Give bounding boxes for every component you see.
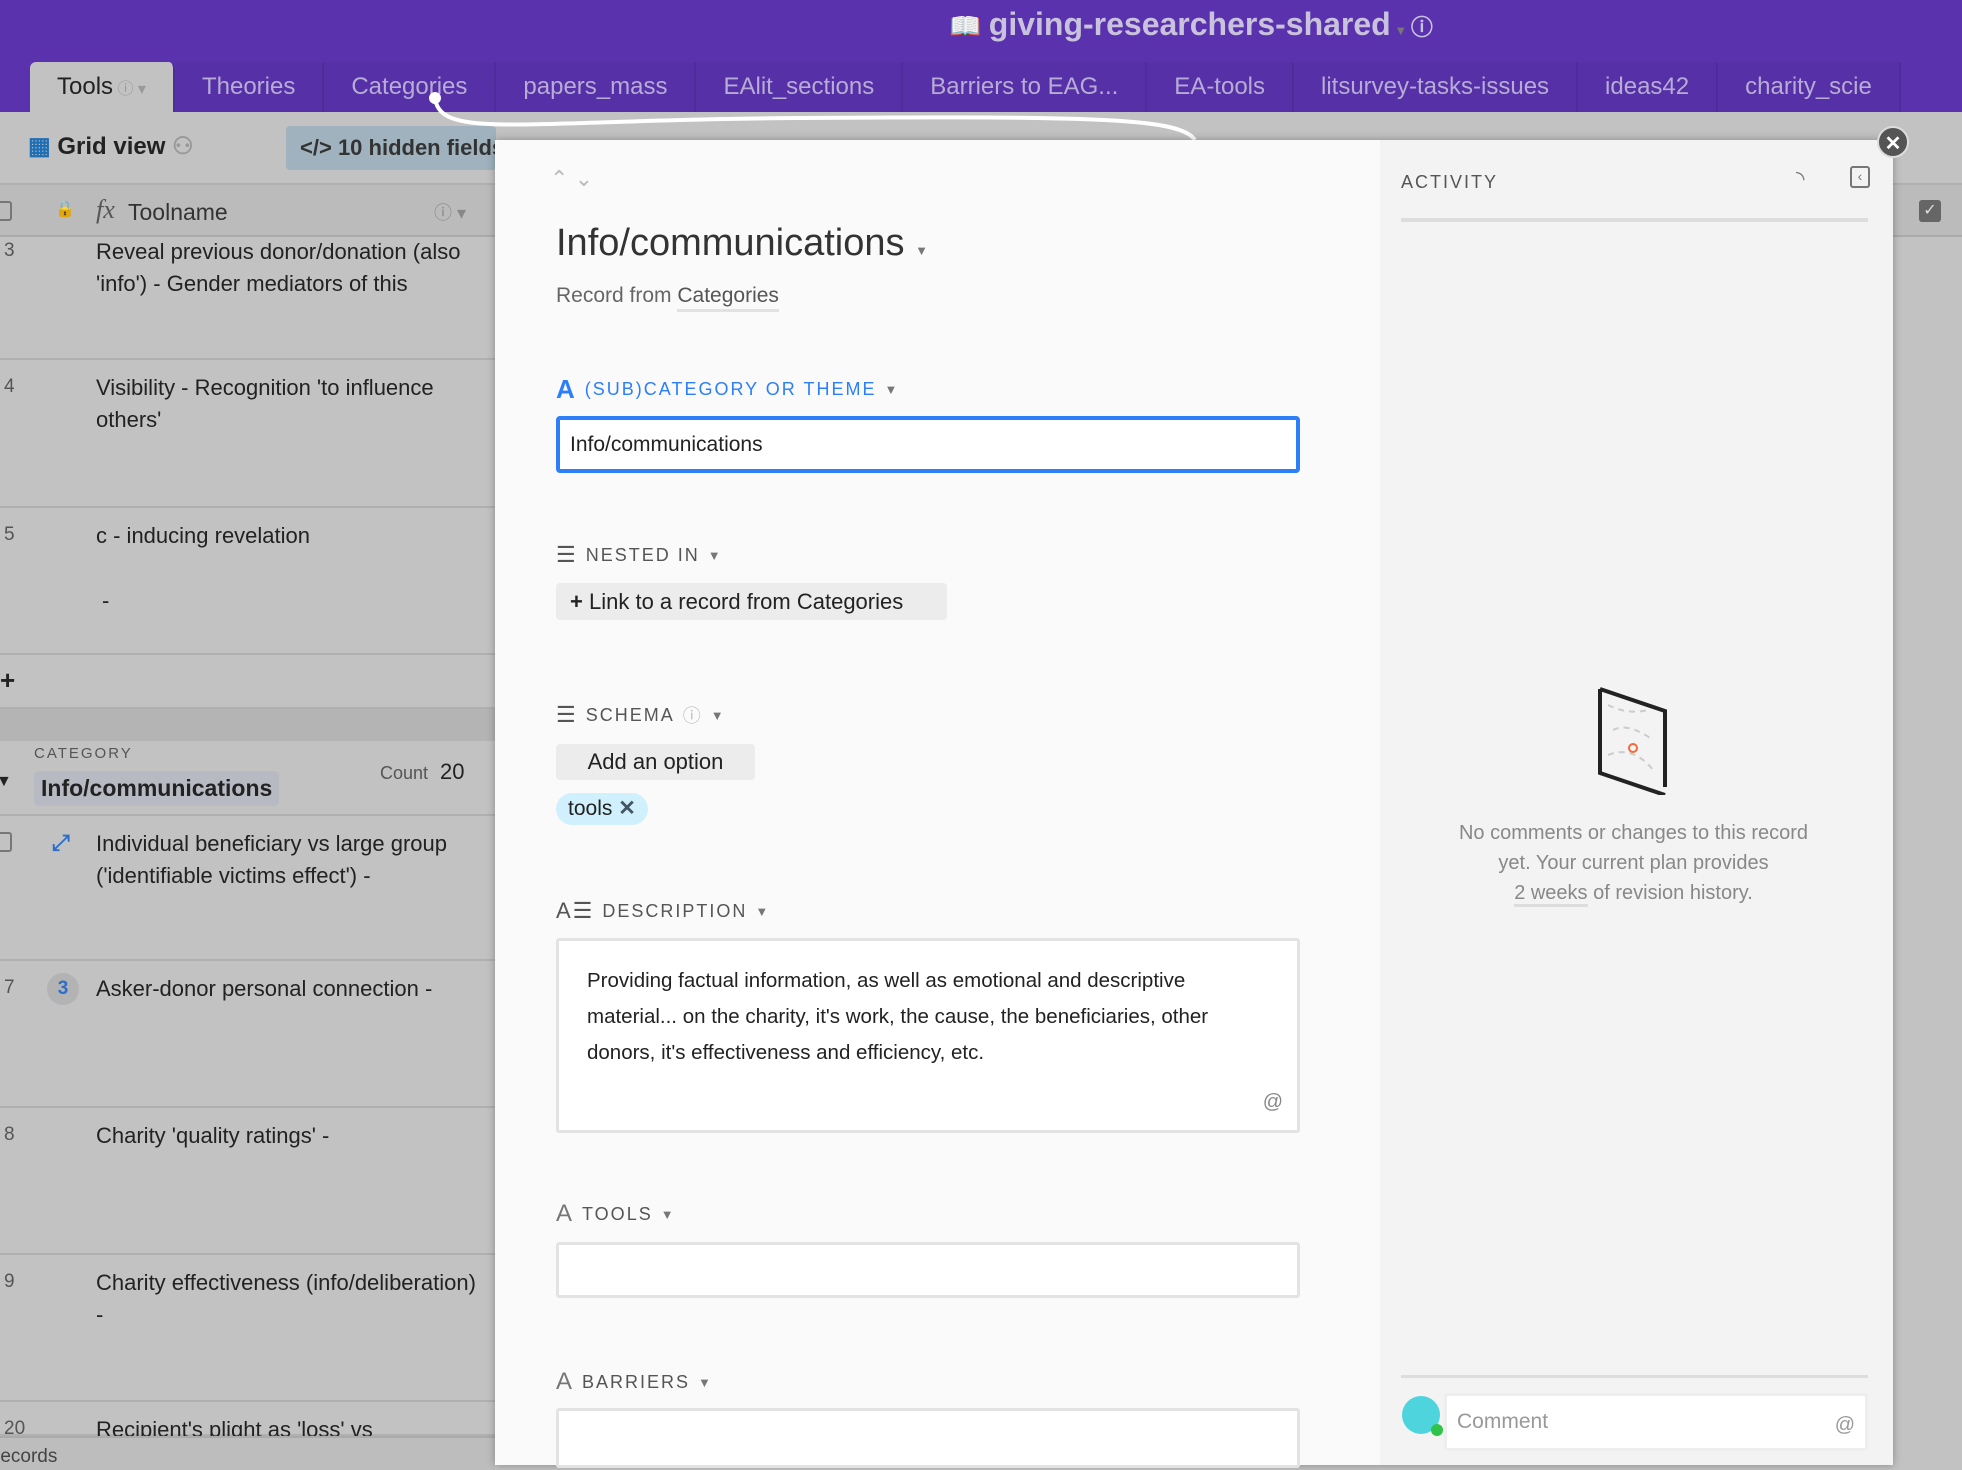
activity-panel: ACTIVITY ◝ ‹ No comments or changes to t… <box>1380 140 1893 1465</box>
schema-chip: tools ✕ <box>556 793 648 825</box>
text-field-icon: A <box>556 1200 575 1227</box>
comment-count-badge[interactable]: 3 <box>47 973 79 1005</box>
expand-row-icon[interactable]: ⤢ <box>52 830 70 856</box>
select-all-checkbox[interactable] <box>0 201 12 221</box>
text-field-icon: A <box>556 374 577 404</box>
row-number: 8 <box>4 1124 15 1145</box>
rss-icon[interactable]: ◝ <box>1796 166 1805 192</box>
toolname-cell[interactable]: Visibility - Recognition 'to influence o… <box>96 372 486 436</box>
add-row-button[interactable]: + <box>0 655 495 709</box>
chevron-down-icon[interactable]: ▼ <box>661 1207 676 1222</box>
record-title[interactable]: Info/communications ▼ <box>556 222 928 265</box>
empty-history-illustration <box>1598 687 1667 795</box>
row-number: 3 <box>4 240 15 261</box>
checkbox-field-icon: ✓ <box>1919 200 1941 222</box>
table-row[interactable]: 5 c - inducing revelation - <box>0 508 495 655</box>
record-subtitle: Record from Categories <box>556 284 779 312</box>
chevron-down-icon[interactable]: ▼ <box>884 382 899 397</box>
row-number: 4 <box>4 376 15 397</box>
multiselect-icon: ☰ <box>556 702 578 727</box>
next-record-icon[interactable]: ⌄ <box>575 166 593 191</box>
record-nav: ⌃ ⌄ <box>550 166 593 192</box>
column-name[interactable]: Toolname <box>128 199 228 226</box>
previous-record-icon[interactable]: ⌃ <box>550 166 568 191</box>
divider <box>1401 218 1868 222</box>
user-avatar <box>1402 1396 1443 1436</box>
toolname-cell[interactable]: Individual beneficiary vs large group ('… <box>96 828 486 892</box>
field-label-tools[interactable]: A TOOLS ▼ <box>556 1200 676 1228</box>
mention-icon[interactable]: @ <box>1835 1414 1855 1437</box>
table-row[interactable]: ⤢ Individual beneficiary vs large group (… <box>0 816 495 961</box>
chevron-down-icon[interactable]: ▼ <box>711 708 726 723</box>
collapse-group-icon[interactable]: ▼ <box>0 773 12 791</box>
chevron-down-icon[interactable]: ▼ <box>755 904 770 919</box>
table-link[interactable]: Categories <box>677 284 779 312</box>
lock-icon: 🔒 <box>55 201 75 218</box>
expanded-record-modal: ⌃ ⌄ Info/communications ▼ Record from Ca… <box>495 140 1893 1468</box>
toolname-cell[interactable]: Charity effectiveness (info/deliberation… <box>96 1267 486 1331</box>
toolname-cell[interactable]: Reveal previous donor/donation (also 'in… <box>96 236 486 300</box>
record-count-footer: records <box>0 1436 495 1470</box>
group-header[interactable]: ▼ CATEGORY Info/communications Count 20 <box>0 741 495 816</box>
table-row[interactable]: 8 Charity 'quality ratings' - <box>0 1108 495 1255</box>
field-label-nested-in[interactable]: ☰ NESTED IN ▼ <box>556 542 723 568</box>
table-row[interactable]: 9 Charity effectiveness (info/deliberatio… <box>0 1255 495 1402</box>
close-modal-button[interactable]: ✕ <box>1877 126 1909 158</box>
link-record-button[interactable]: + Link to a record from Categories <box>556 583 947 620</box>
table-row[interactable]: 3 Reveal previous donor/donation (also 'i… <box>0 224 495 360</box>
field-label-barriers[interactable]: A BARRIERS ▼ <box>556 1368 713 1396</box>
chevron-down-icon[interactable]: ▼ <box>698 1375 713 1390</box>
chevron-down-icon[interactable]: ▼ <box>708 548 723 563</box>
field-label-description[interactable]: A☰ DESCRIPTION ▼ <box>556 898 770 924</box>
text-field-icon: A <box>556 1368 575 1395</box>
cell-extra: - <box>102 588 110 613</box>
group-spacer <box>0 709 495 741</box>
toolname-cell[interactable]: Charity 'quality ratings' - <box>96 1120 486 1152</box>
add-option-button[interactable]: Add an option <box>556 744 755 780</box>
info-icon[interactable]: ⓘ ▾ <box>434 199 466 225</box>
row-number: 9 <box>4 1271 15 1292</box>
group-value: Info/communications <box>34 771 280 806</box>
mention-icon[interactable]: @ <box>1263 1084 1283 1120</box>
divider <box>1401 1375 1868 1378</box>
toolname-cell[interactable]: Asker-donor personal connection - <box>96 973 486 1005</box>
subcategory-input[interactable] <box>556 416 1300 473</box>
table-row[interactable]: 4 Visibility - Recognition 'to influence … <box>0 360 495 508</box>
field-label-subcategory[interactable]: A (SUB)CATEGORY OR THEME ▼ <box>556 374 899 405</box>
long-text-icon: A☰ <box>556 898 595 923</box>
info-icon[interactable]: ⓘ <box>683 702 703 728</box>
barriers-input[interactable] <box>556 1408 1300 1468</box>
plus-icon: + <box>570 589 583 614</box>
field-label-schema[interactable]: ☰ SCHEMA ⓘ ▼ <box>556 702 726 728</box>
table-row[interactable]: 7 3 Asker-donor personal connection - <box>0 961 495 1108</box>
group-count: 20 <box>440 759 465 784</box>
toolname-cell[interactable]: c - inducing revelation <box>96 520 486 552</box>
description-textarea[interactable]: Providing factual information, as well a… <box>556 938 1300 1133</box>
collapse-panel-icon[interactable]: ‹ <box>1850 166 1870 188</box>
tools-input[interactable] <box>556 1242 1300 1298</box>
table-row[interactable]: 20 Recipient's plight as 'loss' vs <box>0 1402 495 1442</box>
revision-history-link[interactable]: 2 weeks <box>1514 882 1588 907</box>
comment-input[interactable]: Comment @ <box>1444 1393 1868 1451</box>
row-number: 7 <box>4 977 15 998</box>
activity-title: ACTIVITY <box>1401 172 1499 192</box>
remove-chip-icon[interactable]: ✕ <box>618 797 636 820</box>
row-number: 5 <box>4 524 15 545</box>
linked-record-icon: ☰ <box>556 542 578 567</box>
row-checkbox[interactable] <box>0 832 12 852</box>
chevron-down-icon[interactable]: ▼ <box>915 243 928 258</box>
empty-activity-message: No comments or changes to this record ye… <box>1400 818 1867 908</box>
